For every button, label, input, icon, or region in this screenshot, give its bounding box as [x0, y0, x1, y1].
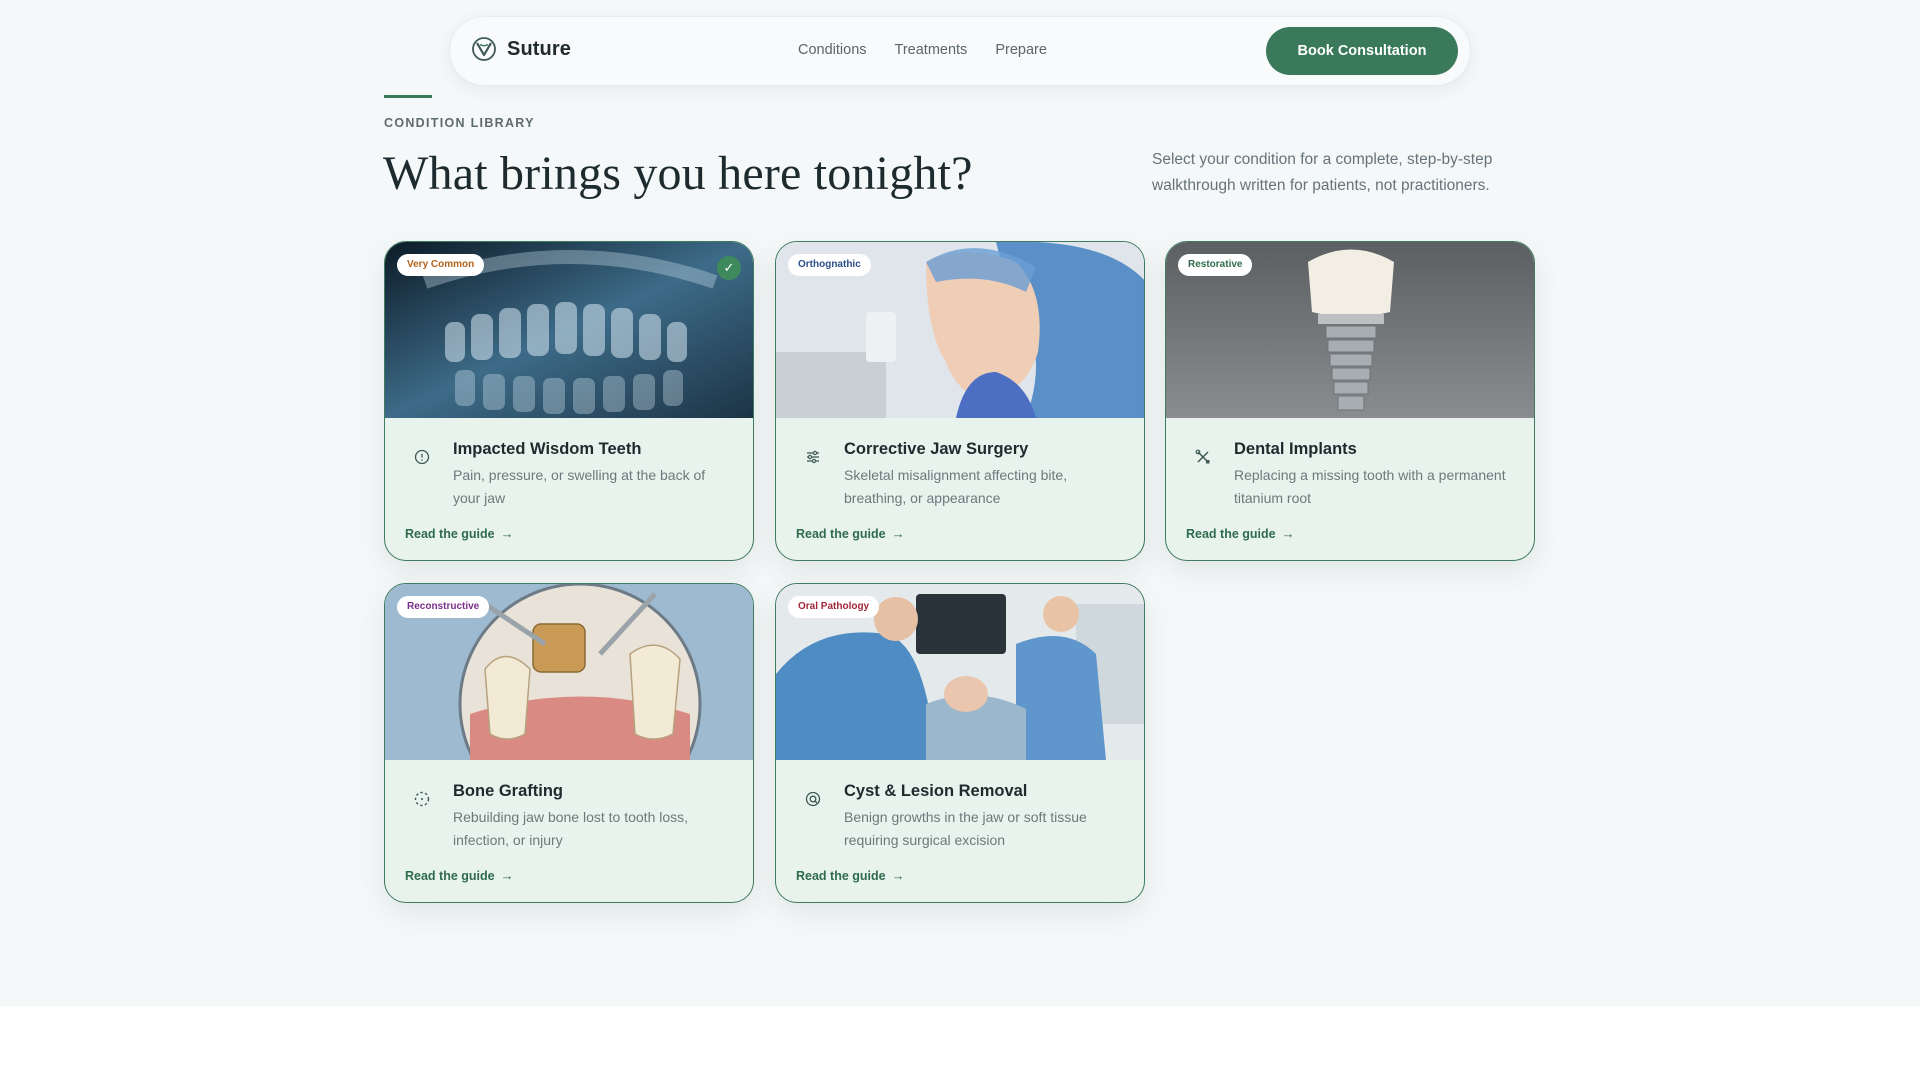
category-badge: Reconstructive	[397, 596, 490, 618]
category-badge: Very Common	[397, 254, 485, 276]
card-description: Replacing a missing tooth with a permane…	[1234, 467, 1506, 506]
read-guide-link[interactable]: Read the guide →	[796, 868, 905, 883]
page-title: What brings you here tonight?	[383, 147, 973, 200]
brand[interactable]: Suture	[472, 37, 571, 61]
top-navbar: Suture Conditions Treatments Prepare Boo…	[450, 17, 1470, 85]
read-guide-label: Read the guide	[1186, 526, 1276, 541]
nav-link-treatments[interactable]: Treatments	[895, 42, 968, 58]
category-badge: Restorative	[1178, 254, 1253, 276]
logo-icon	[472, 37, 496, 61]
info-circle-icon	[414, 449, 430, 465]
condition-card-bone-grafting[interactable]: Reconstructive Bone Grafting Rebuilding …	[384, 583, 754, 903]
condition-card-dental-implants[interactable]: Restorative Dental Implants Replacing a …	[1165, 241, 1535, 561]
arrow-right-icon: →	[891, 868, 905, 883]
read-guide-label: Read the guide	[405, 868, 495, 883]
card-title: Dental Implants	[1234, 440, 1357, 458]
arrow-right-icon: →	[1281, 526, 1295, 541]
arrow-right-icon: →	[891, 526, 905, 541]
condition-card-wisdom-teeth[interactable]: Very Common ✓ Impacted Wisdom Teeth Pain…	[384, 241, 754, 561]
read-guide-label: Read the guide	[796, 868, 886, 883]
card-title: Corrective Jaw Surgery	[844, 440, 1029, 458]
read-guide-link[interactable]: Read the guide →	[796, 526, 905, 541]
read-guide-link[interactable]: Read the guide →	[1186, 526, 1295, 541]
dashed-circle-icon	[414, 791, 430, 807]
read-guide-link[interactable]: Read the guide →	[405, 868, 514, 883]
category-badge: Orthognathic	[788, 254, 871, 276]
nav-link-conditions[interactable]: Conditions	[798, 42, 867, 58]
condition-card-cyst-removal[interactable]: Oral Pathology Cyst & Lesion Removal Ben…	[775, 583, 1145, 903]
card-description: Rebuilding jaw bone lost to tooth loss, …	[453, 809, 689, 848]
card-title: Impacted Wisdom Teeth	[453, 440, 642, 458]
condition-card-jaw-surgery[interactable]: Orthognathic Corrective Jaw Surgery Skel…	[775, 241, 1145, 561]
selected-check-icon: ✓	[717, 256, 741, 280]
category-badge: Oral Pathology	[788, 596, 880, 618]
read-guide-label: Read the guide	[405, 526, 495, 541]
arrow-right-icon: →	[500, 868, 514, 883]
card-description: Benign growths in the jaw or soft tissue…	[844, 809, 1087, 848]
target-icon	[805, 791, 821, 807]
book-consultation-button[interactable]: Book Consultation	[1266, 27, 1458, 75]
brand-name: Suture	[507, 37, 571, 60]
card-description: Pain, pressure, or swelling at the back …	[453, 467, 706, 506]
section-eyebrow: CONDITION LIBRARY	[384, 116, 535, 130]
card-title: Bone Grafting	[453, 782, 563, 800]
sliders-icon	[807, 450, 819, 464]
card-title: Cyst & Lesion Removal	[844, 782, 1028, 800]
nav-link-prepare[interactable]: Prepare	[995, 42, 1047, 58]
read-guide-link[interactable]: Read the guide →	[405, 526, 514, 541]
nav-links: Conditions Treatments Prepare	[798, 42, 1047, 58]
accent-line	[384, 95, 432, 98]
read-guide-label: Read the guide	[796, 526, 886, 541]
arrow-right-icon: →	[500, 526, 514, 541]
tools-icon	[1195, 449, 1210, 464]
card-description: Skeletal misalignment affecting bite, br…	[844, 467, 1068, 506]
intro-text: Select your condition for a complete, st…	[1152, 151, 1493, 194]
